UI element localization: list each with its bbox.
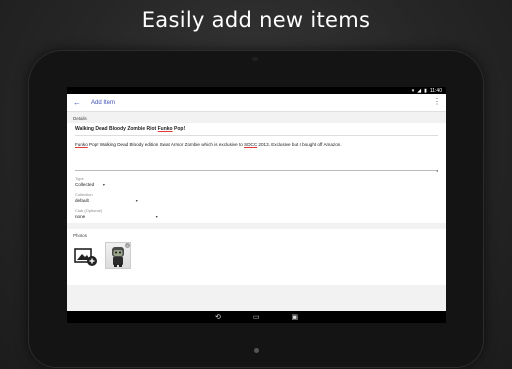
status-bar: ▾ ◢ ▮ 11:40 — [67, 87, 446, 94]
battery-icon: ▮ — [424, 87, 427, 94]
dropdown-arrow-icon: ▼ — [155, 214, 159, 219]
android-nav-bar: ⟲ ▭ ▣ — [67, 311, 446, 323]
dropdown-arrow-icon: ▼ — [102, 182, 106, 187]
desc-text-mid: Pop! Walking Dead Bloody edition Swat Ar… — [87, 142, 245, 147]
wifi-icon: ▾ — [411, 87, 415, 94]
title-text-end: Pop! — [172, 126, 186, 132]
type-label: Type — [75, 176, 84, 181]
collection-label: Collection — [75, 192, 93, 197]
overflow-menu-icon[interactable]: ⋮ — [433, 97, 441, 107]
remove-photo-icon[interactable]: × — [125, 243, 130, 248]
nav-back-icon[interactable]: ⟲ — [215, 313, 221, 321]
photos-section-label: Photos — [73, 233, 88, 238]
add-photo-button[interactable] — [73, 244, 99, 268]
page-title: Add Item — [91, 99, 116, 106]
tablet-sensor — [254, 348, 259, 353]
photo-thumbnail[interactable]: × — [105, 242, 131, 269]
photo-row: × — [73, 242, 440, 269]
item-title-field[interactable]: Walking Dead Bloody Zombie Riot Funko Po… — [75, 126, 438, 136]
description-field[interactable]: Funko Pop! Walking Dead Bloody edition S… — [75, 142, 438, 173]
type-select[interactable]: Collected ▼ — [75, 182, 438, 187]
collection-select[interactable]: default ▼ — [75, 198, 438, 203]
type-value: Collected — [75, 182, 95, 187]
resize-arrow-icon: ◂ — [435, 168, 438, 173]
club-value: none — [75, 214, 86, 219]
back-arrow-icon[interactable]: ← — [73, 98, 83, 107]
photos-card: Photos × — [67, 229, 446, 285]
details-section-label: Details — [73, 116, 87, 121]
app-screen: ▾ ◢ ▮ 11:40 ← Add Item ⋮ Details Walking… — [67, 87, 446, 323]
front-camera — [252, 57, 258, 61]
nav-home-icon[interactable]: ▭ — [253, 313, 260, 321]
title-link-word: Funko — [157, 126, 173, 132]
desc-link-word-1: Funko — [75, 142, 88, 147]
nav-recents-icon[interactable]: ▣ — [291, 313, 298, 321]
status-time: 11:40 — [429, 87, 442, 94]
promo-headline: Easily add new items — [141, 8, 371, 32]
desc-text-end: 2013. Exclusive but I bought off Amazon. — [257, 142, 342, 147]
signal-icon: ◢ — [417, 87, 422, 94]
description-text: Funko Pop! Walking Dead Bloody edition S… — [75, 142, 438, 148]
app-bar: ← Add Item ⋮ — [67, 94, 446, 112]
title-text: Walking Dead Bloody Zombie Riot — [75, 126, 158, 132]
collection-value: default — [75, 198, 89, 203]
club-select[interactable]: none ▼ — [75, 214, 438, 219]
club-label: Club (Optional) — [75, 208, 102, 213]
dropdown-arrow-icon: ▼ — [135, 198, 139, 203]
details-card: Walking Dead Bloody Zombie Riot Funko Po… — [67, 123, 446, 223]
add-photo-icon — [74, 247, 97, 266]
desc-link-word-2: SDCC — [244, 142, 258, 147]
tablet-frame: ▾ ◢ ▮ 11:40 ← Add Item ⋮ Details Walking… — [28, 50, 484, 368]
